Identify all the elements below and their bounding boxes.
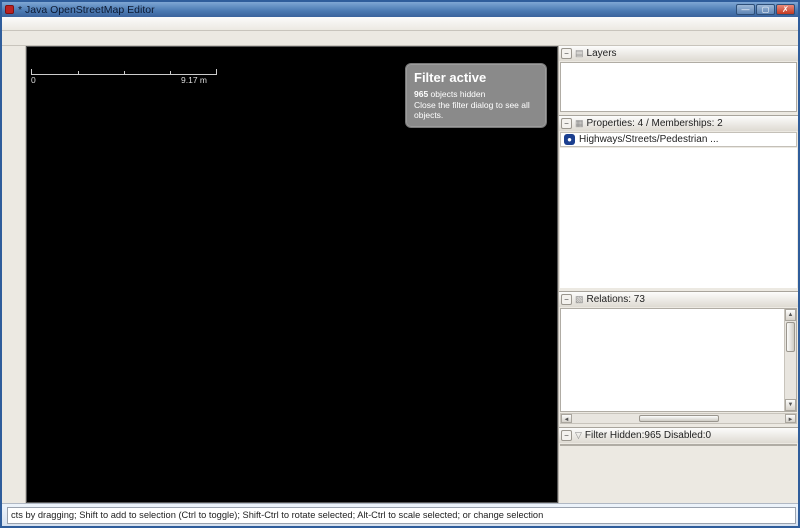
- preset-label: Highways/Streets/Pedestrian ...: [579, 134, 719, 145]
- main-toolbar: [2, 31, 798, 46]
- filter-active-notification: Filter active 965 objects hidden Close t…: [405, 63, 547, 128]
- relations-hscrollbar[interactable]: ◄►: [560, 413, 797, 424]
- map-area: 0 9.17 m Filter active 965 objects hidde…: [26, 46, 558, 503]
- app-icon: [5, 5, 14, 14]
- filter-panel-title: Filter Hidden:965 Disabled:0: [585, 430, 711, 441]
- status-help-text: cts by dragging; Shift to add to selecti…: [7, 507, 796, 524]
- filter-panel: − ▽ Filter Hidden:965 Disabled:0: [559, 428, 798, 503]
- minimize-button[interactable]: —: [736, 4, 755, 15]
- maximize-button[interactable]: ▢: [756, 4, 775, 15]
- layers-list: [560, 62, 797, 112]
- relations-panel-title: Relations: 73: [587, 294, 645, 305]
- scale-start: 0: [31, 75, 36, 85]
- window-title: * Java OpenStreetMap Editor: [18, 4, 155, 16]
- collapse-icon[interactable]: −: [561, 118, 572, 129]
- layers-panel-title: Layers: [587, 48, 617, 59]
- collapse-icon[interactable]: −: [561, 294, 572, 305]
- properties-panel: − ▦ Properties: 4 / Memberships: 2 ● Hig…: [559, 116, 798, 292]
- window-titlebar[interactable]: * Java OpenStreetMap Editor — ▢ ✗: [2, 2, 798, 17]
- edit-toolbar: [2, 46, 26, 503]
- relations-vscrollbar[interactable]: ▲▼: [784, 309, 796, 411]
- relations-panel: − ▧ Relations: 73 ▲▼ ◄►: [559, 292, 798, 428]
- layers-panel: − ▤ Layers: [559, 46, 798, 116]
- relations-icon: ▧: [575, 294, 584, 305]
- preset-icon: ●: [564, 134, 575, 145]
- status-bar: cts by dragging; Shift to add to selecti…: [2, 503, 798, 526]
- menu-bar: [2, 17, 798, 31]
- collapse-icon[interactable]: −: [561, 48, 572, 59]
- properties-icon: ▦: [575, 118, 584, 129]
- notification-title: Filter active: [414, 70, 538, 85]
- layers-icon: ▤: [575, 48, 584, 59]
- right-panel: − ▤ Layers − ▦ Properties: 4 / Membershi…: [558, 46, 798, 503]
- josm-window: * Java OpenStreetMap Editor — ▢ ✗ 0 9.17…: [0, 0, 800, 528]
- close-button[interactable]: ✗: [776, 4, 795, 15]
- filter-icon: ▽: [575, 430, 582, 441]
- scale-end: 9.17 m: [181, 75, 207, 85]
- preset-row[interactable]: ● Highways/Streets/Pedestrian ...: [560, 132, 797, 147]
- collapse-icon[interactable]: −: [561, 430, 572, 441]
- hidden-count: 965: [414, 89, 428, 99]
- filter-table: [560, 444, 797, 446]
- notification-hint: Close the filter dialog to see all objec…: [414, 100, 538, 121]
- properties-panel-title: Properties: 4 / Memberships: 2: [587, 118, 723, 129]
- map-scale-bar: 0 9.17 m: [31, 69, 217, 85]
